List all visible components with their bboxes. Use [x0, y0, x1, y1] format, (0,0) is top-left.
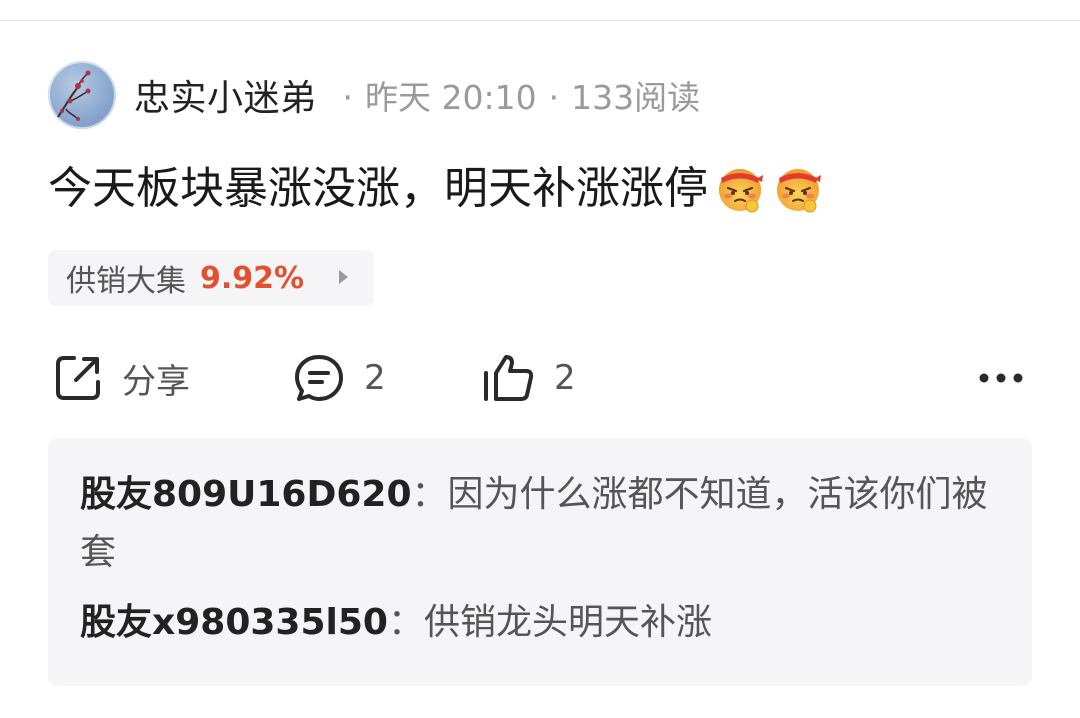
top-divider: [0, 0, 1080, 21]
action-bar: 分享 2 2: [48, 350, 1032, 406]
stock-name: 供销大集: [66, 264, 186, 299]
like-count: 2: [554, 358, 576, 398]
share-label: 分享: [122, 361, 190, 402]
comment-item[interactable]: 股友809U16D620：因为什么涨都不知道，活该你们被套: [80, 466, 1000, 582]
post-title-text: 今天板块暴涨没涨，明天补涨涨停: [48, 163, 708, 214]
comment-colon: ：: [387, 602, 424, 643]
comment-text: 供销龙头明天补涨: [423, 602, 712, 643]
post-meta: · 昨天 20:10 · 133阅读: [331, 71, 701, 119]
meta-separator: ·: [342, 78, 354, 117]
comment-colon: ：: [411, 474, 448, 515]
comment-button[interactable]: 2: [292, 350, 386, 406]
avatar[interactable]: [48, 61, 116, 129]
comment-icon: [295, 355, 343, 401]
post-header: 忠实小迷弟 · 昨天 20:10 · 133阅读: [48, 60, 700, 130]
determined-face-emoji: [774, 164, 824, 214]
comment-item[interactable]: 股友x980335l50：供销龙头明天补涨: [80, 594, 1000, 652]
determined-face-emoji: [716, 164, 766, 214]
share-icon: [56, 356, 100, 400]
post-title[interactable]: 今天板块暴涨没涨，明天补涨涨停: [48, 162, 824, 216]
comments-preview[interactable]: 股友809U16D620：因为什么涨都不知道，活该你们被套 股友x980335l…: [48, 438, 1032, 686]
share-button[interactable]: 分享: [52, 350, 190, 406]
stock-change: 9.92%: [200, 260, 305, 296]
read-count: 133阅读: [571, 78, 701, 117]
comment-author[interactable]: 股友x980335l50: [80, 602, 388, 643]
more-dots-icon: [979, 373, 1023, 383]
meta-separator: ·: [548, 78, 560, 117]
thumbs-up-icon: [484, 355, 534, 401]
plum-blossom-icon: [57, 70, 91, 121]
chevron-right-icon: [339, 270, 348, 284]
comment-count: 2: [364, 358, 386, 398]
comment-author[interactable]: 股友809U16D620: [80, 474, 412, 515]
more-button[interactable]: [978, 350, 1024, 406]
author-name[interactable]: 忠实小迷弟: [134, 69, 317, 121]
post-time: 昨天 20:10: [365, 78, 537, 117]
like-button[interactable]: 2: [480, 350, 576, 406]
stock-tag[interactable]: 供销大集 9.92%: [48, 250, 374, 306]
